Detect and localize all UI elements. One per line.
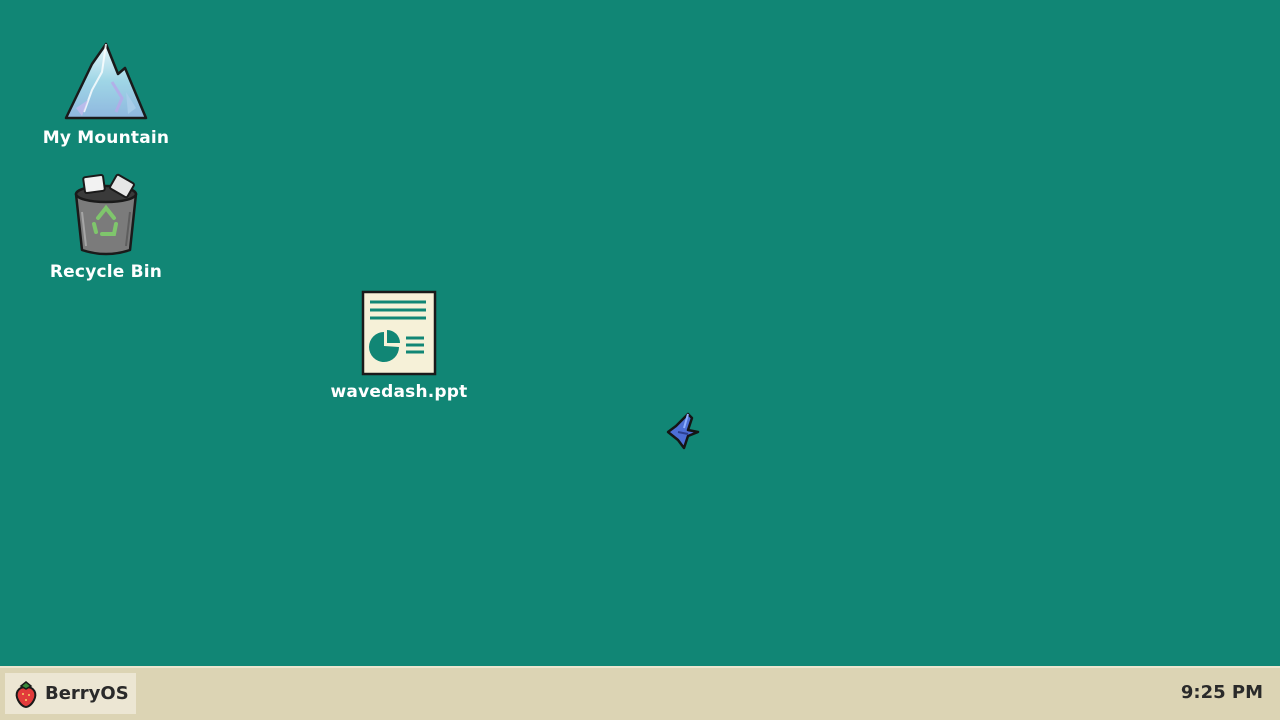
start-button-label: BerryOS	[45, 683, 129, 704]
mountain-icon	[64, 42, 148, 120]
desktop-icon-label: My Mountain	[42, 128, 170, 148]
desktop-icon-recycle-bin[interactable]: Recycle Bin	[40, 172, 172, 282]
taskbar: BerryOS 9:25 PM	[0, 666, 1280, 720]
desktop-icon-label: wavedash.ppt	[330, 382, 468, 402]
taskbar-clock[interactable]: 9:25 PM	[1181, 682, 1263, 703]
desktop[interactable]: My Mountain Recycle Bin wavedash.ppt	[0, 0, 1280, 666]
recycle-bin-icon	[74, 173, 138, 256]
start-button[interactable]: BerryOS	[5, 673, 136, 714]
strawberry-icon	[15, 680, 37, 708]
desktop-icon-my-mountain[interactable]: My Mountain	[40, 42, 172, 148]
bird-cursor-icon	[666, 412, 700, 450]
desktop-icon-label: Recycle Bin	[49, 262, 163, 282]
presentation-file-icon	[361, 290, 437, 376]
desktop-icon-wavedash-ppt[interactable]: wavedash.ppt	[326, 290, 472, 402]
